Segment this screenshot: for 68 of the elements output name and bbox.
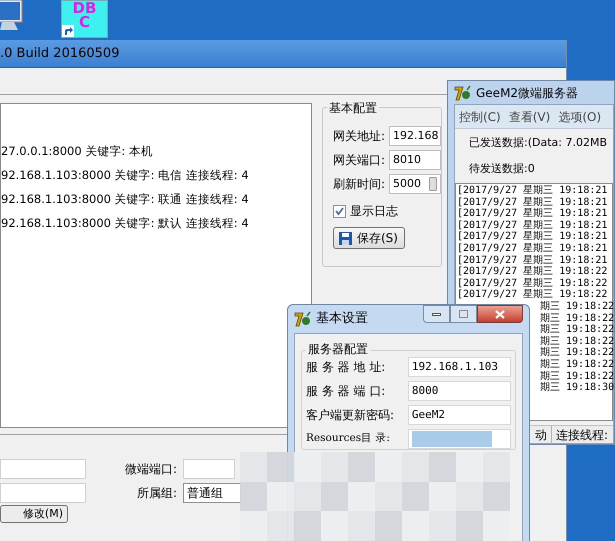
input-field[interactable]: 192.168.1.103 (408, 357, 511, 377)
log-line: 92.168.1.103:8000 关键字: 联通 连接线程: 4 (1, 192, 250, 207)
log-line: 92.168.1.103:8000 关键字: 电信 连接线程: 4 (1, 168, 250, 183)
maximize-icon (459, 310, 468, 318)
menu-item[interactable]: 选项(O) (558, 108, 602, 126)
log-line: [2017/9/27 星期三 19:18:21 (457, 254, 608, 266)
log-line: 期三 19:18:30 (540, 382, 614, 394)
save-button[interactable]: 保存(S) (333, 227, 405, 249)
field-label: 所属组: (136, 485, 178, 502)
log-line: 27.0.0.1:8000 关键字: 本机 (1, 144, 154, 159)
input-field[interactable] (0, 459, 86, 479)
app-logo-icon (294, 311, 312, 327)
log-line: 期三 19:18:22 (540, 347, 614, 358)
log-line: [2017/9/27 星期三 19:18:21 (457, 196, 608, 208)
log-line: 期三 19:18:22 (540, 300, 614, 312)
log-line: [2017/9/27 星期三 19:18:21 (457, 220, 608, 231)
field-label: 网关端口: (333, 152, 386, 169)
menu-item[interactable]: 控制(C) (459, 108, 501, 126)
log-line: [2017/9/27 星期三 19:18:21 (457, 242, 608, 254)
field-label: 微端端口: (124, 461, 178, 478)
log-line: [2017/9/27 星期三 19:18:22 (457, 289, 608, 300)
log-line: 期三 19:18:22 (540, 324, 614, 336)
log-line: 92.168.1.103:8000 关键字: 默认 连接线程: 4 (1, 216, 250, 231)
input-field[interactable]: 5000 (389, 174, 441, 194)
close-button[interactable] (477, 305, 523, 323)
log-line: 期三 19:18:22 (540, 336, 614, 347)
log-line: [2017/9/27 星期三 19:18:22 (457, 266, 608, 278)
input-field[interactable] (408, 429, 511, 449)
minimize-button[interactable] (423, 305, 450, 323)
spin-button[interactable] (429, 177, 437, 191)
log-line: [2017/9/27 星期三 19:18:21 (457, 208, 608, 220)
input-field[interactable]: GeeM2 (408, 405, 511, 425)
log-line: [2017/9/27 星期三 19:18:21 (457, 231, 608, 242)
field-label: Resources目 录: (306, 431, 391, 446)
input-field[interactable] (183, 459, 236, 479)
field-label: 刷新时间: (333, 176, 386, 193)
group-dropdown[interactable]: 普通组 (183, 483, 242, 503)
shortcut-arrow-icon (62, 25, 74, 37)
group-title: 基本配置 (327, 99, 379, 117)
checkbox[interactable] (333, 204, 346, 218)
log-line: [2017/9/27 星期三 19:18:22 (457, 278, 608, 289)
pending-data-label: 待发送数据:0 (468, 160, 536, 176)
field-label: 网关地址: (333, 128, 386, 145)
input-field[interactable] (0, 483, 86, 503)
log-line: [2017/9/27 星期三 19:18:21 (457, 185, 608, 196)
log-line: 期三 19:18:22 (540, 312, 614, 324)
log-line: 期三 19:18:22 (540, 370, 614, 382)
window-title: .0 Build 20160509 (0, 44, 120, 63)
modify-button[interactable]: 修改(M) (0, 505, 68, 523)
app-logo-icon (454, 84, 472, 100)
window-title: GeeM2微端服务器 (476, 84, 578, 102)
log-line: 期三 19:18:22 (540, 358, 614, 370)
checkmark-icon (335, 206, 344, 216)
field-label: 服 务 器 地 址: (306, 359, 386, 376)
input-field[interactable]: 8000 (408, 381, 511, 401)
maximize-button[interactable] (450, 305, 477, 323)
status-text: 连接线程: (555, 426, 610, 444)
field-label: 服 务 器 端 口: (306, 383, 386, 400)
minimize-icon (432, 312, 441, 316)
checkbox-label: 显示日志 (350, 203, 398, 220)
menu-item[interactable]: 查看(V) (508, 108, 550, 126)
input-field[interactable]: 192.168 (389, 126, 441, 146)
close-icon (495, 310, 505, 318)
input-field[interactable]: 8010 (389, 150, 441, 170)
window-title: 基本设置 (316, 310, 368, 328)
group-title: 服务器配置 (306, 340, 370, 358)
field-label: 客户端更新密码: (306, 407, 396, 424)
sent-data-label: 已发送数据:(Data: 7.02MB (468, 135, 608, 151)
